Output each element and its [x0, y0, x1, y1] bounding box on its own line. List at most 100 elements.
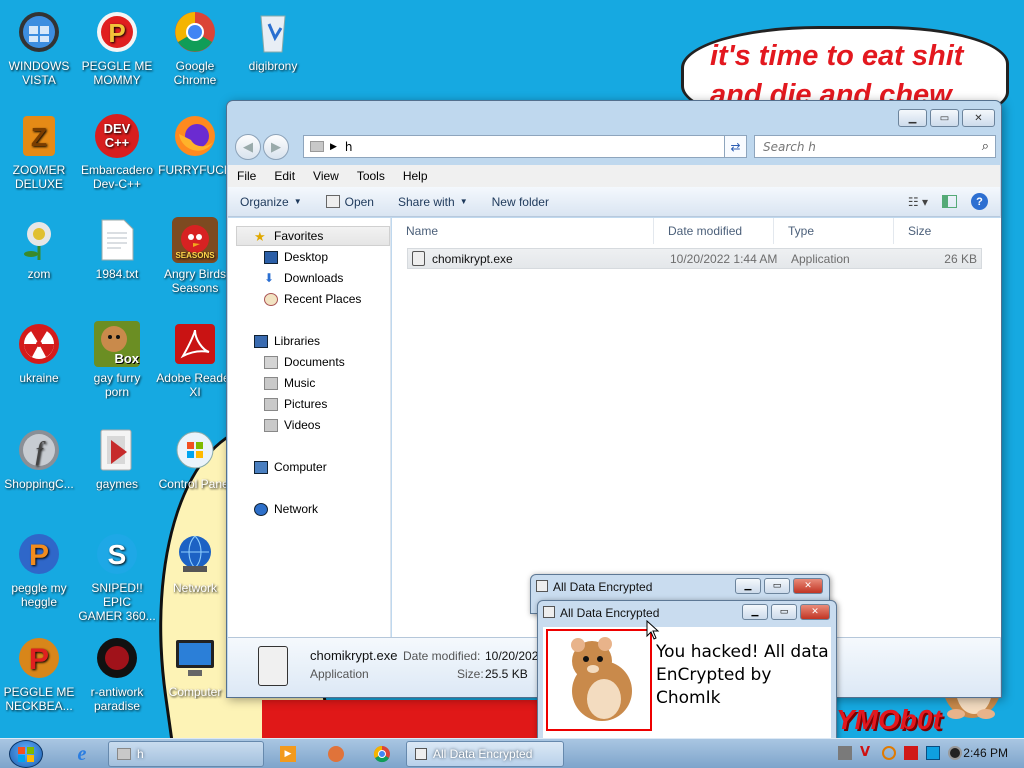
tray-monitor-icon[interactable]: [926, 746, 940, 760]
desktop-icon-label: ukraine: [19, 371, 59, 385]
forward-button[interactable]: ▶: [263, 134, 289, 160]
tray-app-icon[interactable]: [838, 746, 852, 760]
desktop-icon-computer[interactable]: Computer: [156, 634, 234, 699]
file-size: 26 KB: [944, 252, 977, 266]
application-icon: [325, 195, 340, 208]
taskbar-explorer-button[interactable]: h: [108, 741, 264, 767]
address-bar[interactable]: ▶ h ▼: [303, 135, 747, 158]
share-with-button[interactable]: Share with ▼: [386, 195, 480, 209]
tray-flag-icon[interactable]: [904, 746, 918, 760]
tray-volume-icon[interactable]: [948, 746, 962, 760]
desktop-icon-gay-furry-porn[interactable]: Box gay furry porn: [78, 320, 156, 399]
close-button[interactable]: ✕: [962, 109, 995, 127]
chrome-taskbar-icon[interactable]: [372, 744, 392, 764]
svg-text:P: P: [29, 539, 49, 572]
desktop-icon-peggle-me-mommy[interactable]: P PEGGLE ME MOMMY: [78, 8, 156, 87]
radiation-icon: [15, 320, 63, 368]
desktop-icon-peggle-my-heggle[interactable]: P peggle my heggle: [0, 530, 78, 609]
menu-tools[interactable]: Tools: [348, 169, 394, 183]
nav-network[interactable]: Network: [254, 502, 318, 516]
desktop-icon-shoppingc[interactable]: f ShoppingC...: [0, 426, 78, 491]
open-button[interactable]: Open: [314, 195, 386, 209]
taskbar-clock[interactable]: 2:46 PM: [963, 746, 1008, 760]
breadcrumb-arrow-icon: ▶: [330, 141, 337, 152]
nav-libraries[interactable]: Libraries: [254, 334, 320, 348]
refresh-button[interactable]: ⇄: [724, 135, 747, 158]
column-header-date-modified[interactable]: Date modified: [654, 218, 774, 244]
column-header-type[interactable]: Type: [774, 218, 894, 244]
column-header-size[interactable]: Size: [894, 218, 984, 244]
desktop-icon-google-chrome[interactable]: Google Chrome: [156, 8, 234, 87]
nav-computer[interactable]: Computer: [254, 460, 327, 474]
desktop-icon-zoomer-deluxe[interactable]: Z ZOOMER DELUXE: [0, 112, 78, 191]
desktop-icon-1984-txt[interactable]: 1984.txt: [78, 216, 156, 281]
dialog-maximize-button[interactable]: ▭: [771, 604, 797, 620]
desktop-icon-label: digibrony: [248, 59, 298, 73]
menu-view[interactable]: View: [304, 169, 348, 183]
hamster-taskbar-icon[interactable]: [326, 744, 346, 764]
desktop-icon-angry-birds-seasons[interactable]: SEASONS Angry Birds Seasons: [156, 216, 234, 295]
tray-search-icon[interactable]: [882, 746, 896, 760]
nav-downloads[interactable]: ⬇ Downloads: [264, 271, 343, 285]
exe-file-icon: [412, 251, 425, 266]
computer-icon: [254, 460, 268, 474]
desktop-icon-r-antiwork-paradise[interactable]: r-antiwork paradise: [78, 634, 156, 713]
new-folder-button[interactable]: New folder: [480, 195, 561, 209]
view-options-icon[interactable]: ☷ ▾: [908, 195, 928, 209]
nav-recent-places[interactable]: Recent Places: [264, 292, 361, 306]
encrypted-dialog-front[interactable]: All Data Encrypted ▁ ▭ ✕ You hacked! All…: [537, 600, 837, 740]
dialog-minimize-button[interactable]: ▁: [735, 578, 761, 594]
column-label: Size: [908, 224, 932, 238]
maximize-button[interactable]: ▭: [930, 109, 959, 127]
search-input[interactable]: Search h ⌕: [754, 135, 996, 158]
computer-monitor-icon: [171, 634, 219, 682]
desktop-icon-ukraine[interactable]: ukraine: [0, 320, 78, 385]
desktop-icon-sniped-epic-gamer[interactable]: S SNIPED!! EPIC GAMER 360...: [78, 530, 156, 623]
internet-explorer-icon[interactable]: e: [72, 743, 92, 765]
taskbar-dialog-button[interactable]: All Data Encrypted: [406, 741, 564, 767]
column-header-name[interactable]: Name: [392, 218, 654, 244]
download-arrow-icon: ⬇: [264, 270, 275, 285]
navigation-pane: ★ Favorites Desktop ⬇ Downloads Recent P…: [228, 218, 391, 637]
zombie-flower-icon: [15, 216, 63, 264]
menu-help[interactable]: Help: [394, 169, 437, 183]
nav-music[interactable]: Music: [264, 376, 315, 390]
window-controls: ▁ ▭ ✕: [898, 109, 995, 127]
hamster-icon: [571, 637, 632, 721]
desktop-icon-furryfuck[interactable]: FURRYFUCK: [156, 112, 234, 177]
nav-videos[interactable]: Videos: [264, 418, 320, 432]
menu-file[interactable]: File: [228, 169, 265, 183]
minimize-button[interactable]: ▁: [898, 109, 927, 127]
desktop-icon-windows-vista[interactable]: WINDOWS VISTA: [0, 8, 78, 87]
nav-pictures[interactable]: Pictures: [264, 397, 327, 411]
star-icon: ★: [254, 228, 266, 244]
preview-pane-icon[interactable]: [942, 195, 957, 208]
desktop-icon-peggle-me-neckbea[interactable]: P PEGGLE ME NECKBEA...: [0, 634, 78, 713]
tray-v-icon[interactable]: V: [860, 746, 874, 760]
nav-desktop[interactable]: Desktop: [264, 250, 328, 264]
antiwork-icon: [93, 634, 141, 682]
nav-favorites[interactable]: ★ Favorites: [254, 229, 323, 243]
help-icon[interactable]: ?: [971, 193, 988, 210]
desktop-icon-adobe-reader[interactable]: Adobe Reader XI: [156, 320, 234, 399]
organize-button[interactable]: Organize ▼: [228, 195, 314, 209]
nav-documents[interactable]: Documents: [264, 355, 345, 369]
details-size-label: Size:: [457, 667, 484, 681]
desktop-icon-network[interactable]: Network: [156, 530, 234, 595]
dialog-minimize-button[interactable]: ▁: [742, 604, 768, 620]
menu-edit[interactable]: Edit: [265, 169, 304, 183]
desktop-icon-control-panel[interactable]: Control Panel: [156, 426, 234, 491]
desktop-icon-digibrony[interactable]: digibrony: [234, 8, 312, 73]
back-button[interactable]: ◀: [235, 134, 261, 160]
dialog-close-button[interactable]: ✕: [793, 578, 823, 594]
desktop-icon-label: Network: [172, 581, 217, 595]
nav-label: Recent Places: [284, 292, 362, 306]
table-row[interactable]: chomikrypt.exe 10/20/2022 1:44 AM Applic…: [407, 248, 982, 269]
desktop-icon-gaymes[interactable]: gaymes: [78, 426, 156, 491]
media-player-icon[interactable]: ▶: [278, 744, 298, 764]
start-button[interactable]: [9, 740, 43, 768]
desktop-icon-zom[interactable]: zom: [0, 216, 78, 281]
dialog-maximize-button[interactable]: ▭: [764, 578, 790, 594]
dialog-close-button[interactable]: ✕: [800, 604, 830, 620]
desktop-icon-embarcadero-dev-cpp[interactable]: DEV C++ Embarcadero Dev-C++: [78, 112, 156, 191]
